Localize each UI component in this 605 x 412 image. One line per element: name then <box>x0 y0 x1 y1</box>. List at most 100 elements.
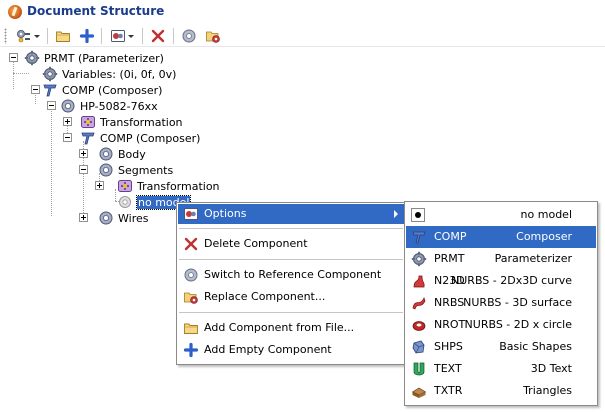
tree-connector <box>13 73 29 74</box>
radio-selected-icon <box>411 208 425 222</box>
submenu-item-desc: no model <box>520 208 572 221</box>
tree-node-wires[interactable]: Wires <box>98 210 148 226</box>
menu-item-add-from-file[interactable]: Add Component from File... <box>178 318 404 338</box>
menu-item-replace-component[interactable]: Replace Component... <box>178 287 404 307</box>
submenu-item-no-model[interactable]: no model <box>406 204 596 226</box>
tree-node-label: COMP (Composer) <box>100 131 201 145</box>
open-file-button[interactable] <box>54 27 72 45</box>
submenu-item-comp[interactable]: COMP Composer <box>406 226 596 248</box>
menu-item-switch-reference[interactable]: Switch to Reference Component <box>178 265 404 285</box>
tree-node-label: Segments <box>118 163 174 177</box>
component-icon <box>99 163 113 177</box>
chevron-down-icon <box>34 34 40 38</box>
delete-component-button[interactable] <box>149 27 167 45</box>
delete-icon <box>184 237 198 251</box>
submenu-item-code: NROT <box>434 318 466 331</box>
model-tree-icon <box>16 29 31 43</box>
composer-icon <box>412 231 426 244</box>
menu-item-label: Options <box>204 207 247 220</box>
submenu-item-nrbs[interactable]: NRBS NURBS - 3D surface <box>406 292 596 314</box>
submenu-item-code: NRBS <box>434 296 465 309</box>
component-icon <box>99 147 113 161</box>
menu-item-label: Replace Component... <box>204 290 326 303</box>
options-submenu: no model COMP Composer PRMT Parameterize… <box>404 201 598 406</box>
submenu-item-n23d[interactable]: N23D NURBS - 2Dx3D curve <box>406 270 596 292</box>
tree-node-hp-5082[interactable]: HP-5082-76xx <box>60 98 158 114</box>
submenu-item-text[interactable]: TEXT 3D Text <box>406 358 596 380</box>
panel-header: Document Structure <box>0 0 605 25</box>
tree-node-variables[interactable]: Variables: (0i, 0f, 0v) <box>42 66 176 82</box>
delete-icon <box>151 29 165 43</box>
submenu-item-desc: Triangles <box>523 384 572 397</box>
menu-item-delete-component[interactable]: Delete Component <box>178 234 404 254</box>
menu-item-label: Switch to Reference Component <box>204 268 382 281</box>
transformation-icon <box>117 179 133 193</box>
add-component-button[interactable] <box>78 27 96 45</box>
tree-node-label: Variables: (0i, 0f, 0v) <box>62 67 177 81</box>
toolbar <box>0 25 605 47</box>
model-tree-dropdown-button[interactable] <box>14 27 42 45</box>
tree-node-body[interactable]: Body <box>98 146 146 162</box>
tree-node-label: PRMT (Parameterizer) <box>44 51 164 65</box>
variables-icon <box>42 66 58 82</box>
submenu-item-desc: Basic Shapes <box>499 340 572 353</box>
submenu-item-desc: NURBS - 3D surface <box>463 296 572 309</box>
toolbar-separator <box>101 28 102 44</box>
tree-node-label: COMP (Composer) <box>62 83 163 97</box>
text-3d-icon <box>413 362 425 376</box>
tree-node-label: Body <box>118 147 146 161</box>
tree-node-segments[interactable]: Segments <box>98 162 173 178</box>
menu-item-label: Add Empty Component <box>204 343 332 356</box>
menu-separator <box>179 259 403 260</box>
collapse-toggle[interactable] <box>9 53 18 62</box>
submenu-item-shps[interactable]: SHPS Basic Shapes <box>406 336 596 358</box>
tree-node-transformation-inner[interactable]: Transformation <box>117 178 220 194</box>
toolbar-separator <box>47 28 48 44</box>
folder-icon <box>184 323 198 334</box>
composer-icon <box>43 84 57 97</box>
switch-reference-button[interactable] <box>180 27 198 45</box>
triangles-icon <box>412 387 426 399</box>
basic-shapes-icon <box>412 340 425 354</box>
tree-node-comp-inner[interactable]: COMP (Composer) <box>80 130 200 146</box>
component-icon <box>99 211 113 225</box>
no-model-icon <box>119 196 131 208</box>
reference-icon <box>184 268 198 282</box>
reference-icon <box>182 29 196 43</box>
submenu-item-nrot[interactable]: NROT NURBS - 2D x circle <box>406 314 596 336</box>
panel-title: Document Structure <box>27 4 165 18</box>
submenu-item-code: TXTR <box>434 384 463 397</box>
tree-node-prmt[interactable]: PRMT (Parameterizer) <box>24 50 164 66</box>
tree-node-label: Transformation <box>137 179 220 193</box>
toolbar-grip[interactable] <box>4 28 7 44</box>
submenu-item-desc: NURBS - 2Dx3D curve <box>451 274 572 287</box>
submenu-item-desc: Composer <box>516 230 572 243</box>
collapse-toggle[interactable] <box>63 133 72 142</box>
expand-toggle[interactable] <box>79 149 88 158</box>
submenu-item-desc: 3D Text <box>530 362 572 375</box>
submenu-item-desc: NURBS - 2D x circle <box>464 318 572 331</box>
expand-toggle[interactable] <box>79 213 88 222</box>
collapse-toggle[interactable] <box>79 165 88 174</box>
collapse-toggle[interactable] <box>47 101 56 110</box>
options-dropdown-button[interactable] <box>108 27 136 45</box>
expand-toggle[interactable] <box>95 181 104 190</box>
menu-item-options[interactable]: Options <box>178 204 404 224</box>
submenu-item-txtr[interactable]: TXTR Triangles <box>406 380 596 402</box>
replace-component-button[interactable] <box>204 27 222 45</box>
menu-item-add-empty[interactable]: Add Empty Component <box>178 340 404 360</box>
replace-icon <box>206 31 220 43</box>
toolbar-separator <box>142 28 143 44</box>
component-icon <box>61 99 75 113</box>
tree-node-comp[interactable]: COMP (Composer) <box>42 82 162 98</box>
menu-item-label: Delete Component <box>204 237 308 250</box>
expand-toggle[interactable] <box>63 117 72 126</box>
collapse-toggle[interactable] <box>31 85 40 94</box>
tree-node-label: Transformation <box>100 115 183 129</box>
submenu-item-code: TEXT <box>434 362 462 375</box>
nurbs-surface-icon <box>412 297 426 310</box>
tree-node-transformation[interactable]: Transformation <box>80 114 183 130</box>
composer-icon <box>81 132 95 145</box>
submenu-item-prmt[interactable]: PRMT Parameterizer <box>406 248 596 270</box>
options-icon <box>111 30 125 42</box>
